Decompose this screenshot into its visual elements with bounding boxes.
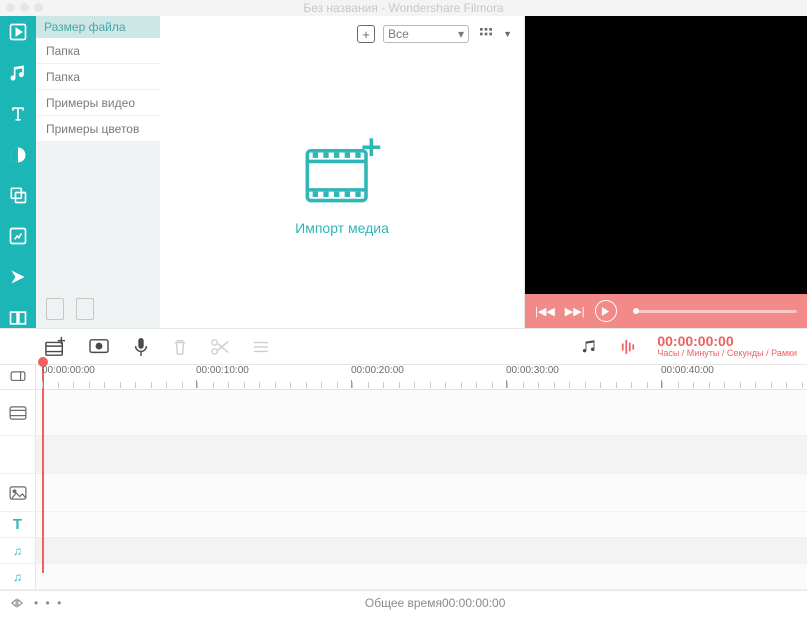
crop-icon xyxy=(252,339,270,355)
track-spacer xyxy=(36,436,807,473)
ruler-tick: 00:00:10:00 xyxy=(196,365,249,376)
browser-item[interactable]: Папка xyxy=(36,38,160,64)
browser-item[interactable]: Примеры видео xyxy=(36,90,160,116)
total-time-label: Общее время xyxy=(365,596,442,610)
add-clip-icon[interactable] xyxy=(44,337,66,357)
audio-track-2[interactable] xyxy=(36,564,807,589)
audio-track-1[interactable] xyxy=(36,538,807,563)
ruler-tick: 00:00:00:00 xyxy=(42,365,95,376)
record-screen-icon[interactable] xyxy=(88,338,110,356)
track-audio2-icon[interactable]: ♫ xyxy=(0,564,36,589)
text-track[interactable] xyxy=(36,512,807,537)
timeline-ruler[interactable]: 00:00:00:00 00:00:10:00 00:00:20:00 00:0… xyxy=(36,365,807,389)
preview-controls: |◀◀ ▶▶| xyxy=(525,294,807,328)
media-toolbar: + Все ▾ ▼ xyxy=(160,16,524,46)
overlays-tab-icon[interactable] xyxy=(7,185,29,206)
playhead[interactable] xyxy=(42,363,44,573)
ruler-tick: 00:00:20:00 xyxy=(351,365,404,376)
titlebar: Без названия - Wondershare Filmora xyxy=(0,0,807,16)
delete-folder-icon[interactable] xyxy=(76,298,94,320)
music-tab-icon[interactable] xyxy=(7,63,29,84)
preview-canvas[interactable] xyxy=(525,16,807,294)
timeline: 00:00:00:00 00:00:10:00 00:00:20:00 00:0… xyxy=(0,364,807,590)
media-browser: Размер файла Папка Папка Примеры видео П… xyxy=(36,16,160,328)
split-icon xyxy=(210,338,230,356)
media-panel: + Все ▾ ▼ Импорт медиа xyxy=(160,16,525,328)
edit-toolbar: 00:00:00:00 Часы / Минуты / Секунды / Ра… xyxy=(0,328,807,364)
preview-panel: |◀◀ ▶▶| xyxy=(525,16,807,328)
transitions-tab-icon[interactable] xyxy=(7,267,29,288)
audio-mixer-icon[interactable] xyxy=(581,338,599,356)
window-controls[interactable] xyxy=(6,3,43,12)
filters-tab-icon[interactable] xyxy=(7,144,29,165)
track-video-icon[interactable] xyxy=(0,390,36,435)
chevron-down-icon[interactable]: ▼ xyxy=(503,29,512,39)
timecode-units: Часы / Минуты / Секунды / Рамки xyxy=(657,349,797,359)
track-text-icon[interactable]: T xyxy=(0,512,36,537)
import-media-icon xyxy=(302,138,382,208)
image-track[interactable] xyxy=(36,474,807,511)
track-image-icon[interactable] xyxy=(0,474,36,511)
media-filter-select[interactable]: Все ▾ xyxy=(383,25,469,43)
chevron-down-icon: ▾ xyxy=(458,27,464,41)
new-folder-icon[interactable] xyxy=(46,298,64,320)
media-filter-label: Все xyxy=(388,27,409,41)
total-time-value: 00:00:00:00 xyxy=(442,596,505,610)
play-button[interactable] xyxy=(595,300,617,322)
delete-icon xyxy=(172,338,188,356)
timecode-value: 00:00:00:00 xyxy=(657,334,797,349)
timecode-display: 00:00:00:00 Часы / Минуты / Секунды / Ра… xyxy=(657,334,797,359)
browser-header: Размер файла xyxy=(36,16,160,38)
import-media-label: Импорт медиа xyxy=(295,220,389,236)
track-audio1-icon[interactable]: ♫ xyxy=(0,538,36,563)
video-track[interactable] xyxy=(36,390,807,435)
browser-item[interactable]: Примеры цветов xyxy=(36,116,160,142)
ruler-tick: 00:00:40:00 xyxy=(661,365,714,376)
preview-seek-slider[interactable] xyxy=(633,310,797,313)
ruler-tick: 00:00:30:00 xyxy=(506,365,559,376)
prev-frame-icon[interactable]: |◀◀ xyxy=(535,305,555,318)
browser-footer xyxy=(36,290,160,328)
zoom-out-icon[interactable] xyxy=(10,597,24,609)
split-tab-icon[interactable] xyxy=(7,307,29,328)
ruler-label-icon[interactable] xyxy=(0,365,36,389)
media-tab-icon[interactable] xyxy=(7,22,29,43)
browser-item[interactable]: Папка xyxy=(36,64,160,90)
view-mode-grid-icon[interactable] xyxy=(477,25,495,43)
add-media-button[interactable]: + xyxy=(357,25,375,43)
elements-tab-icon[interactable] xyxy=(7,226,29,247)
next-frame-icon[interactable]: ▶▶| xyxy=(565,305,585,318)
window-title: Без названия - Wondershare Filmora xyxy=(303,1,503,15)
voiceover-icon[interactable] xyxy=(132,337,150,357)
import-media-drop[interactable]: Импорт медиа xyxy=(160,46,524,328)
waveform-icon[interactable] xyxy=(621,338,635,356)
seek-thumb[interactable] xyxy=(633,308,639,314)
left-rail xyxy=(0,16,36,328)
text-tab-icon[interactable] xyxy=(7,104,29,125)
statusbar: • • • Общее время00:00:00:00 xyxy=(0,590,807,614)
zoom-dots-icon[interactable]: • • • xyxy=(34,596,63,610)
